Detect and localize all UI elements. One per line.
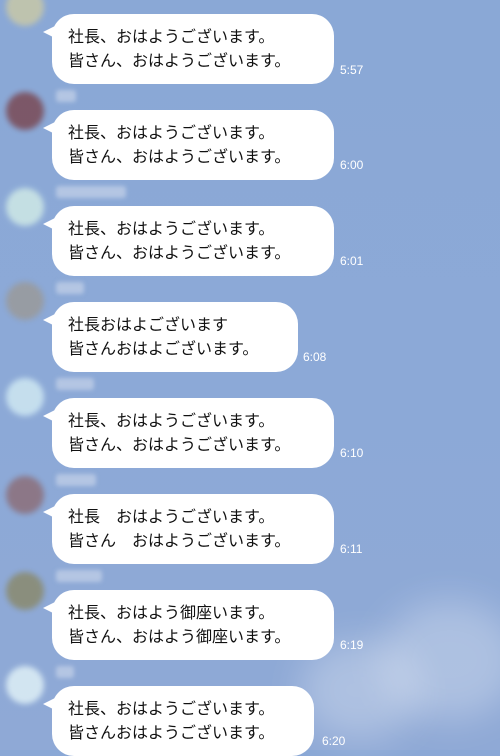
message-bubble[interactable]: 社長おはよございます 皆さんおはよございます。: [43, 302, 298, 372]
message-line: 社長、おはよう御座います。: [68, 603, 275, 622]
avatar[interactable]: [6, 572, 44, 610]
message-line: 皆さん、おはようございます。: [68, 147, 291, 166]
message-line: 皆さんおはようございます。: [68, 723, 275, 742]
sender-name: [56, 282, 84, 294]
sender-name: [56, 474, 96, 486]
message-bubble[interactable]: 社長、おはようございます。 皆さん、おはようございます。: [43, 110, 334, 180]
message-bubble[interactable]: 社長、おはようございます。 皆さん、おはようございます。: [43, 398, 334, 468]
message-bubble[interactable]: 社長、おはよう御座います。 皆さん、おはよう御座います。: [43, 590, 334, 660]
message-time: 6:11: [340, 542, 363, 556]
message-bubble[interactable]: 社長、おはようございます。 皆さんおはようございます。: [43, 686, 314, 756]
avatar[interactable]: [6, 92, 44, 130]
message-line: 社長、おはようございます。: [68, 219, 275, 238]
message-time: 6:00: [340, 158, 364, 172]
avatar[interactable]: [6, 476, 44, 514]
message-line: 皆さん、おはよう御座います。: [68, 627, 291, 646]
message-bubble[interactable]: 社長 おはようございます。 皆さん おはようございます。: [43, 494, 334, 564]
message-bubble[interactable]: 社長、おはようございます。 皆さん、おはようございます。: [43, 14, 334, 84]
sender-name: [56, 90, 76, 102]
message-line: 皆さんおはよございます。: [68, 339, 259, 358]
chat-thread: 社長、おはようございます。 皆さん、おはようございます。 5:57 社長、おはよ…: [0, 0, 500, 756]
message-time: 6:20: [322, 734, 346, 748]
avatar[interactable]: [6, 666, 44, 704]
message-line: 社長、おはようございます。: [68, 411, 275, 430]
message-line: 社長、おはようございます。: [68, 123, 275, 142]
message-time: 5:57: [340, 63, 364, 77]
message-line: 社長おはよございます: [68, 315, 229, 334]
message-line: 皆さん おはようございます。: [68, 531, 291, 550]
message-time: 6:10: [340, 446, 364, 460]
message-bubble[interactable]: 社長、おはようございます。 皆さん、おはようございます。: [43, 206, 334, 276]
avatar[interactable]: [6, 282, 44, 320]
message-line: 皆さん、おはようございます。: [68, 435, 291, 454]
message-time: 6:08: [303, 350, 327, 364]
message-time: 6:01: [340, 254, 364, 268]
message-line: 社長、おはようございます。: [68, 699, 275, 718]
sender-name: [56, 570, 102, 582]
sender-name: [56, 378, 94, 390]
message-line: 皆さん、おはようございます。: [68, 51, 291, 70]
message-line: 皆さん、おはようございます。: [68, 243, 291, 262]
avatar[interactable]: [6, 0, 44, 26]
message-line: 社長 おはようございます。: [68, 507, 275, 526]
avatar[interactable]: [6, 188, 44, 226]
avatar[interactable]: [6, 378, 44, 416]
sender-name: [56, 186, 126, 198]
message-time: 6:19: [340, 638, 364, 652]
message-line: 社長、おはようございます。: [68, 27, 275, 46]
sender-name: [56, 666, 74, 678]
